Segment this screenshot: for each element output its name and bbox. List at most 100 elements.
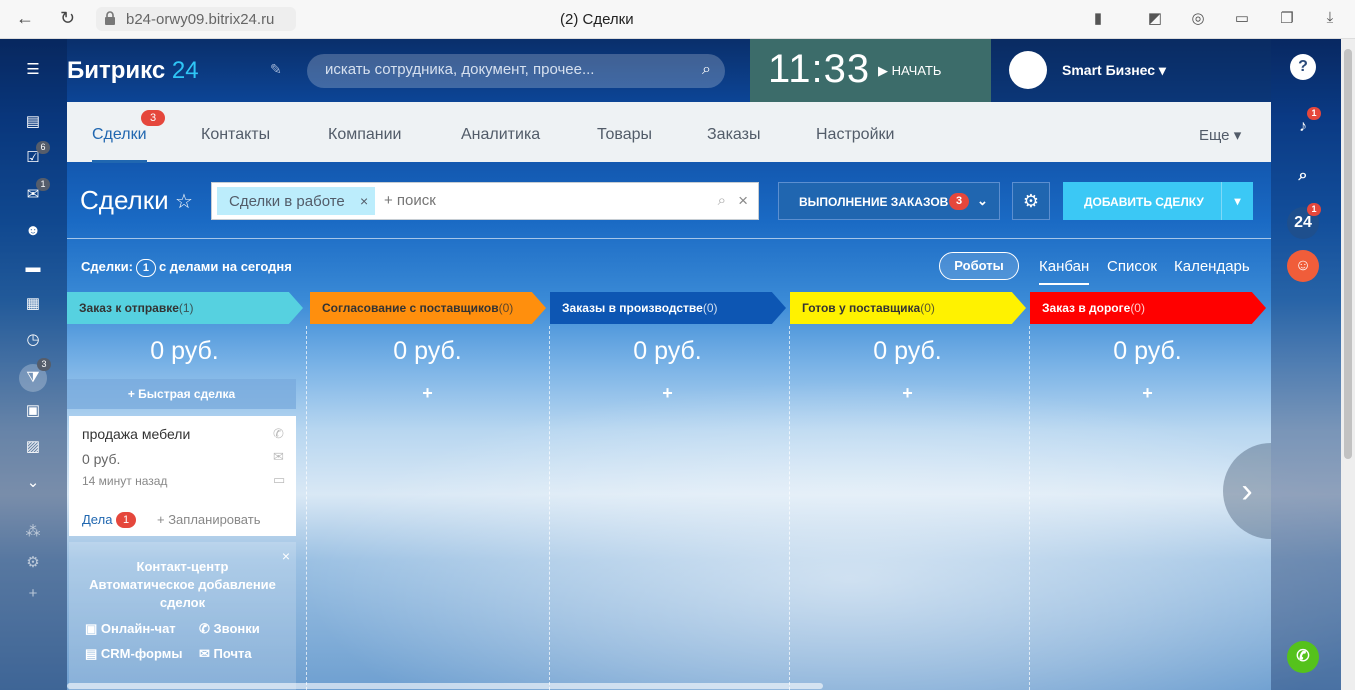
tab-more[interactable]: Еще ▾ [1199,126,1241,144]
page-scrollbar[interactable] [1341,39,1355,690]
tab-companies[interactable]: Компании [328,126,402,144]
tab-analytics[interactable]: Аналитика [461,126,540,144]
add-deal-button[interactable]: ДОБАВИТЬ СДЕЛКУ ▾ [1063,182,1253,220]
bookmark-icon[interactable]: ▮ [1088,9,1108,29]
promo-chat[interactable]: ▣ Онлайн-чат [85,621,176,637]
drive-icon[interactable]: ▬ [22,257,44,279]
phone-icon[interactable]: ✆ [1287,641,1319,673]
pencil-icon[interactable]: ✎ [270,61,282,78]
deal-title[interactable]: продажа мебели [82,426,190,442]
settings-icon[interactable]: ⚙ [22,552,44,574]
reload-icon[interactable]: ↻ [60,8,75,29]
add-deal-plus[interactable]: + [1030,383,1265,404]
user-name[interactable]: Smart Бизнес ▾ [1062,62,1166,79]
kanban-column: Согласование с поставщиков(0) 0 руб. + [310,292,550,690]
view-list[interactable]: Список [1107,258,1157,275]
column-sum: 0 руб. [1113,337,1182,365]
employees-icon[interactable]: ☻ [22,220,44,242]
add-deal-plus[interactable]: + [790,383,1025,404]
promo-forms[interactable]: ▤ CRM-формы [85,646,182,662]
scroll-thumb[interactable] [1344,49,1352,459]
stats-count[interactable]: 1 [135,259,156,277]
crm-icon[interactable]: ⧩ 3 [19,358,51,392]
extension-icon[interactable]: ◎ [1188,9,1208,29]
help-icon[interactable]: ? [1290,54,1316,80]
comment-icon[interactable]: ▭ [273,472,285,488]
horizontal-scrollbar[interactable] [67,683,823,689]
column-header[interactable]: Готов у поставщика(0) [790,292,1026,324]
user-menu[interactable]: Smart Бизнес ▾ [991,39,1271,102]
calendar-icon[interactable]: ▦ [22,293,44,315]
plan-link[interactable]: + Запланировать [157,512,260,527]
bell-icon[interactable]: ♪ 1 [1287,107,1321,143]
extension-icon[interactable]: ◩ [1145,9,1165,29]
battery-icon[interactable]: ▭ [1232,9,1252,29]
contacts-icon[interactable]: ▨ [22,436,44,458]
star-icon[interactable]: ☆ [175,189,193,214]
start-workday-button[interactable]: ▶ НАЧАТЬ [878,63,941,79]
column-count: (0) [498,301,514,315]
filter-box[interactable]: Сделки в работе × ⌕ × [211,182,759,220]
back-icon[interactable]: ← [16,8,34,29]
tab-orders[interactable]: Заказы [707,126,760,144]
mail-icon[interactable]: ✉ [273,449,284,465]
b24-button[interactable]: 24 1 [1287,203,1321,239]
logo[interactable]: Битрикс 24 [67,57,199,85]
deal-card[interactable]: продажа мебели 0 руб. 14 минут назад ✆ ✉… [69,416,296,536]
activities-link[interactable]: Дела [82,512,112,527]
view-kanban[interactable]: Канбан [1039,258,1090,285]
filter-search-input[interactable] [384,192,684,209]
promo-forms-label: CRM-формы [100,646,183,661]
chevron-right-icon: › [1241,472,1253,510]
address-bar[interactable]: b24-orwy09.bitrix24.ru [96,7,296,31]
quick-deal-button[interactable]: + Быстрая сделка [67,379,296,409]
b24-label: 24 [1294,214,1312,231]
global-search[interactable]: ⌕ [307,54,725,88]
column-header[interactable]: Заказ в дороге(0) [1030,292,1266,324]
download-icon[interactable]: ⤓ [1320,9,1340,29]
search-input[interactable] [325,61,685,78]
structure-icon[interactable]: ⁂ [22,521,44,543]
collections-icon[interactable]: ❐ [1277,9,1297,29]
workday-clock[interactable]: 11:33 ▶ НАЧАТЬ [750,39,991,102]
pipeline-selector[interactable]: ВЫПОЛНЕНИЕ ЗАКАЗОВ 3 ⌄ [778,182,1000,220]
sites-icon[interactable]: ▣ [22,400,44,422]
column-sum: 0 руб. [873,337,942,365]
column-header[interactable]: Согласование с поставщиков(0) [310,292,546,324]
tab-contacts[interactable]: Контакты [201,126,270,144]
search-icon[interactable]: ⌕ [718,192,726,209]
filter-chip[interactable]: Сделки в работе × [217,187,375,215]
menu-icon[interactable]: ☰ [22,59,44,81]
phone-icon[interactable]: ✆ [273,426,284,442]
gear-icon: ⚙ [1022,191,1040,211]
contact-center-icon[interactable]: ☺ [1287,250,1319,282]
add-icon[interactable]: + [22,583,44,605]
tab-settings[interactable]: Настройки [816,126,894,144]
chat-icon[interactable]: ✉ 1 [22,178,50,206]
avatar[interactable] [1009,51,1047,89]
add-deal-dropdown[interactable]: ▾ [1221,182,1253,220]
clock-icon[interactable]: ◷ [22,329,44,351]
search-icon[interactable]: ⌕ [1287,160,1319,192]
tab-deals[interactable]: Сделки [92,126,147,163]
clear-icon[interactable]: × [738,191,748,211]
promo-calls[interactable]: ✆ Звонки [199,621,260,637]
column-sum: 0 руб. [393,337,462,365]
column-header[interactable]: Заказ к отправке(1) [67,292,303,324]
tab-products[interactable]: Товары [597,126,652,144]
view-calendar[interactable]: Календарь [1174,258,1250,275]
more-icon[interactable]: ⌄ [22,472,44,494]
column-title: Заказ к отправке [79,301,179,315]
add-deal-plus[interactable]: + [550,383,785,404]
feed-icon[interactable]: ▤ [22,111,44,133]
column-header[interactable]: Заказы в производстве(0) [550,292,786,324]
chip-close-icon[interactable]: × [360,193,368,209]
logo-text: Битрикс [67,57,166,84]
promo-mail[interactable]: ✉ Почта [199,646,252,662]
add-deal-plus[interactable]: + [310,383,545,404]
search-icon[interactable]: ⌕ [702,61,711,79]
settings-button[interactable]: ⚙ [1012,182,1050,220]
tasks-icon[interactable]: ☑ 6 [22,141,50,169]
divider [67,238,1271,239]
robots-button[interactable]: Роботы [939,252,1019,280]
